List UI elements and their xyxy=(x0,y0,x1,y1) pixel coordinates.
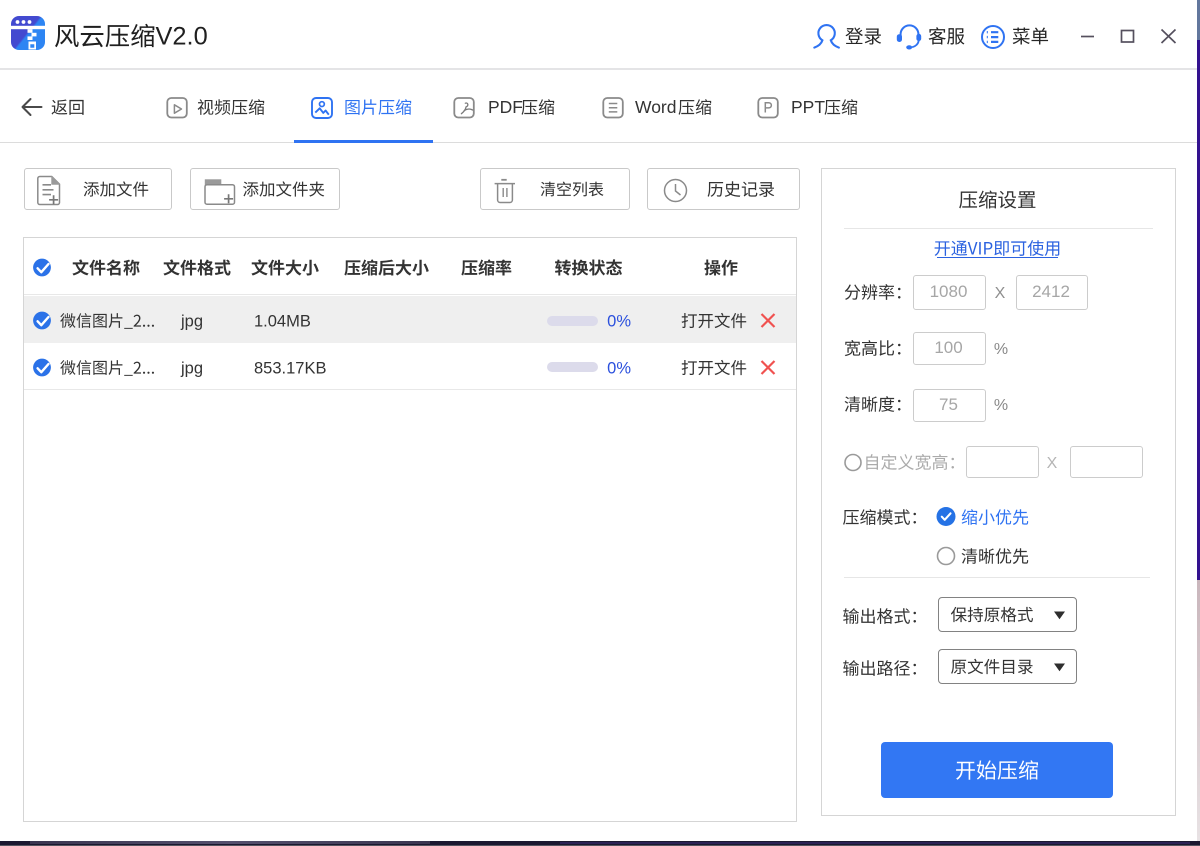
svg-text:Word: Word xyxy=(635,97,677,117)
svg-text:V2.0: V2.0 xyxy=(156,22,208,50)
svg-text:PPT: PPT xyxy=(791,97,825,117)
svg-text:PDF: PDF xyxy=(488,97,523,117)
